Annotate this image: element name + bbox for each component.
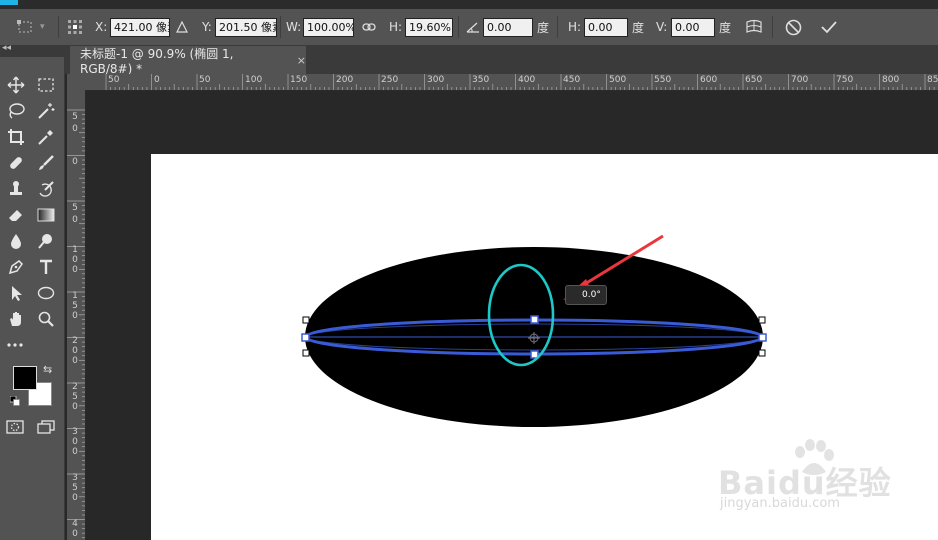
transform-handle[interactable] [302,316,310,324]
baidu-jingyan-watermark: Baidu经验 jingyan.baidu.com [718,439,918,520]
rotation-angle-tooltip: 0.0° [565,285,607,305]
transform-handle[interactable] [758,349,766,357]
foreground-color-swatch[interactable] [13,366,37,390]
transform-handle[interactable] [758,316,766,324]
transform-handle[interactable] [302,349,310,357]
watermark-url: jingyan.baidu.com [720,496,840,511]
anchor-point-top[interactable] [530,315,539,324]
anchor-point-left[interactable] [301,333,310,342]
anchor-point-right[interactable] [758,333,767,342]
